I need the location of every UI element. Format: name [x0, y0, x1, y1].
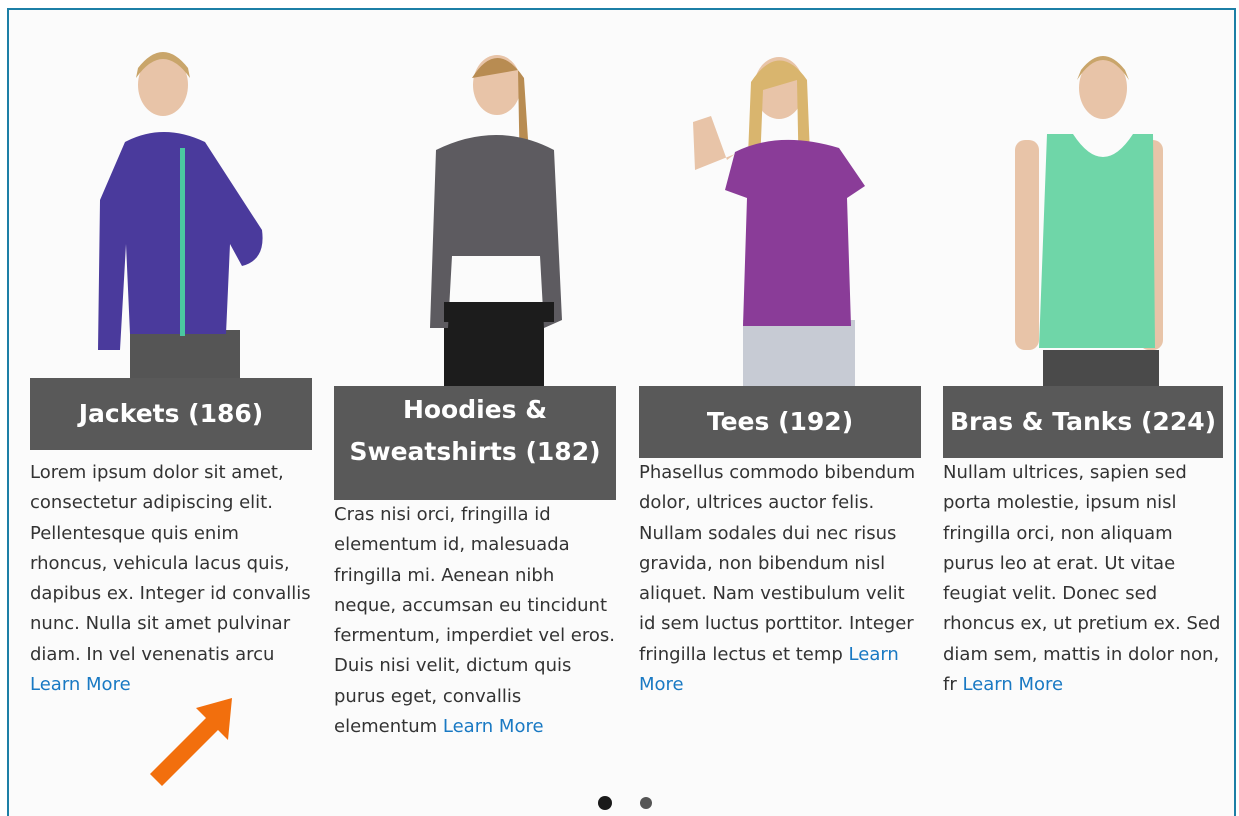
category-description-hoodies: Cras nisi orci, fringilla id elementum i… — [334, 500, 618, 742]
category-title-bras-tanks[interactable]: Bras & Tanks (224) — [943, 386, 1223, 458]
description-text: Lorem ipsum dolor sit amet, consectetur … — [30, 462, 311, 665]
hoodie-model-photo[interactable] — [334, 30, 618, 386]
orange-arrow-icon — [146, 696, 238, 788]
category-title-hoodies[interactable]: Hoodies & Sweatshirts (182) — [334, 386, 616, 500]
learn-more-link-bras-tanks[interactable]: Learn More — [962, 674, 1063, 695]
category-title-jackets[interactable]: Jackets (186) — [30, 378, 312, 450]
category-description-bras-tanks: Nullam ultrices, sapien sed porta molest… — [943, 458, 1227, 700]
category-description-tees: Phasellus commodo bibendum dolor, ultric… — [639, 458, 923, 700]
carousel-dot-1[interactable] — [598, 796, 612, 810]
category-title-tees[interactable]: Tees (192) — [639, 386, 921, 458]
learn-more-link-jackets[interactable]: Learn More — [30, 674, 131, 695]
tee-model-photo[interactable] — [639, 30, 923, 386]
jacket-model-photo[interactable] — [30, 30, 314, 386]
learn-more-link-hoodies[interactable]: Learn More — [443, 716, 544, 737]
description-text: Cras nisi orci, fringilla id elementum i… — [334, 504, 615, 738]
category-description-jackets: Lorem ipsum dolor sit amet, consectetur … — [30, 458, 314, 700]
tank-model-photo[interactable] — [943, 30, 1227, 386]
description-text: Phasellus commodo bibendum dolor, ultric… — [639, 462, 916, 665]
description-text: Nullam ultrices, sapien sed porta molest… — [943, 462, 1221, 696]
carousel-dot-2[interactable] — [640, 797, 652, 809]
